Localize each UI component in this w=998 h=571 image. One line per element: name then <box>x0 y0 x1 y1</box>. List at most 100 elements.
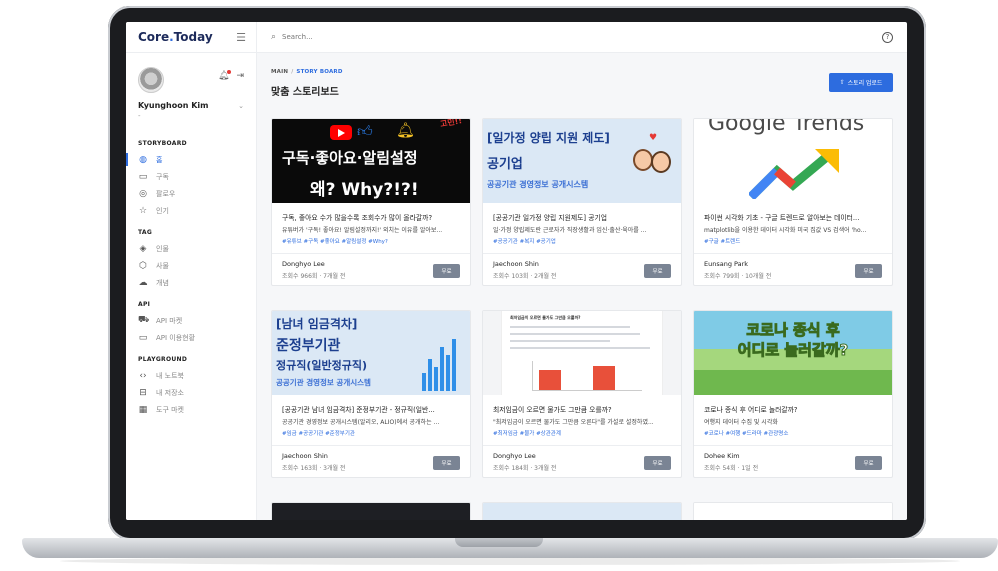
cart-icon: ⛟ <box>138 315 150 325</box>
sidebar-item-label: 홈 <box>156 155 163 164</box>
section-title: TAG <box>138 229 153 236</box>
card-description: "최저임금이 오르면 물가도 그만큼 오른다"를 가설로 설정하였... <box>493 419 654 426</box>
topbar: ⌕ ? <box>257 22 907 53</box>
hamburger-menu-icon[interactable]: ☰ <box>236 31 246 44</box>
sidebar-item[interactable]: ☁ 개념 <box>126 274 256 291</box>
card-description: 일·가정 양립제도란 근로자가 직장생활과 임신·출산·육아를 ... <box>493 227 647 234</box>
breadcrumb-root[interactable]: MAIN <box>271 69 288 75</box>
sidebar-item[interactable]: ⛟ API 마켓 <box>126 312 256 329</box>
sidebar-item-label: API 이용현황 <box>156 333 196 342</box>
story-card[interactable] <box>271 502 471 520</box>
sidebar-item-label: 팔로우 <box>156 189 176 198</box>
card-body: [공공기관 일가정 양립 지원제도] 공기업 일·가정 양립제도란 근로자가 직… <box>483 203 681 254</box>
sidebar-item[interactable]: ▭ API 이용현황 <box>126 329 256 346</box>
upload-story-button[interactable]: ⇧ 스토리 업로드 <box>829 73 893 92</box>
card-title[interactable]: 코로나 종식 후 어디로 놀러갈까? <box>704 404 882 414</box>
story-card[interactable]: 최저임금이 오르면 물가도 그만큼 오를까? 최저임금이 오르면 물가도 그만큼… <box>482 310 682 478</box>
card-body: 구독, 좋아요 수가 많을수록 조회수가 많이 올라갈까? 유튜버가 '구독! … <box>272 203 470 254</box>
notification-bell-icon[interactable]: 🔔︎ <box>218 70 232 81</box>
sidebar-nav: STORYBOARD ◍ 홈 ▭ 구독 ◎ 팔로우 ☆ 인기 TAG ◈ 인물 ⬡ 사물 ☁ 개념 API ⛟ AP… <box>126 140 256 418</box>
sidebar-item[interactable]: ◈ 인물 <box>126 240 256 257</box>
free-button[interactable]: 무료 <box>644 264 671 278</box>
free-button[interactable]: 무료 <box>433 456 460 470</box>
help-icon[interactable]: ? <box>882 31 893 43</box>
section-title: API <box>138 301 151 308</box>
profile-subtext: - <box>138 112 141 120</box>
search-input[interactable] <box>282 33 483 41</box>
profile-actions: 🔔︎ ⇥ <box>218 70 244 81</box>
drive-icon: ⊟ <box>139 387 147 398</box>
page-title: 맞춤 스토리보드 <box>271 87 339 98</box>
free-button[interactable]: 무료 <box>855 264 882 278</box>
card-title[interactable]: 파이썬 시각화 기초 - 구글 트렌드로 알아보는 데이터... <box>704 212 882 222</box>
card-description: 공공기관 경영정보 공개시스템(알리오, ALIO)에서 공개하는 ... <box>282 419 440 426</box>
thumb-heading: 최저임금이 오르면 물가도 그만큼 오를까? <box>510 315 581 320</box>
sidebar-item[interactable]: ⊟ 내 저장소 <box>126 384 256 401</box>
story-card[interactable]: 코로나 종식 후 어디로 놀러갈까? 코로나 종식 후 어디로 놀러갈까? 여행… <box>693 310 893 478</box>
free-button[interactable]: 무료 <box>855 456 882 470</box>
sidebar-item[interactable]: ☆ 인기 <box>126 202 256 219</box>
layers-icon: ◈ <box>139 243 147 254</box>
chevron-down-icon[interactable]: ⌄ <box>238 102 244 110</box>
username: Kyunghoon Kim <box>138 101 209 110</box>
thumb-heading: 코로나 종식 후 <box>746 321 840 340</box>
card-title[interactable]: 구독, 좋아요 수가 많을수록 조회수가 많이 올라갈까? <box>282 212 460 222</box>
sidebar-item[interactable]: ⬡ 사물 <box>126 257 256 274</box>
sidebar-item[interactable]: ‹› 내 노트북 <box>126 367 256 384</box>
card-footer: Dohee Kim 조회수 54회 · 1일 전 무료 <box>694 446 892 477</box>
app-logo[interactable]: Core.Today <box>138 30 213 44</box>
card-tags[interactable]: #구글 #트렌드 <box>704 237 882 245</box>
trend-arrow-icon <box>749 149 839 199</box>
card-body: [공공기관 남녀 임금격차] 준정부기관 - 정규직(일반... 공공기관 경영… <box>272 395 470 446</box>
upload-story-label: 스토리 업로드 <box>847 81 883 87</box>
thumb-subheading: 어디로 놀러갈까? <box>737 341 849 360</box>
card-thumbnail <box>272 503 470 520</box>
person-illustration <box>651 151 671 173</box>
sidebar-item[interactable]: ◎ 팔로우 <box>126 185 256 202</box>
story-card[interactable] <box>693 502 893 520</box>
story-card[interactable]: [남녀 임금격차] 준정부기관 정규직(일반정규직) 공공기관 경영정보 공개시… <box>271 310 471 478</box>
card-title[interactable]: 최저임금이 오르면 물가도 그만큼 오를까? <box>493 404 671 414</box>
free-button[interactable]: 무료 <box>644 456 671 470</box>
sidebar-item[interactable]: ▦ 도구 마켓 <box>126 401 256 418</box>
card-tags[interactable]: #유튜브 #구독 #좋아요 #알림설정 #Why? <box>282 237 460 245</box>
card-tags[interactable]: #임금 #공공기관 #준정부기관 <box>282 429 460 437</box>
book-icon: ▭ <box>138 171 148 182</box>
sidebar: Core.Today ☰ 🔔︎ ⇥ Kyunghoon Kim ⌄ - STOR… <box>126 22 257 520</box>
story-card[interactable]: [일가정 양립 지원 제도] 공기업 공공기관 경영정보 공개시스템 ♥ [공공… <box>482 118 682 286</box>
bar-chart-icon <box>422 339 456 391</box>
free-button[interactable]: 무료 <box>433 264 460 278</box>
card-tags[interactable]: #최저임금 #물가 #상관관계 <box>493 429 671 437</box>
logout-icon[interactable]: ⇥ <box>236 71 244 81</box>
sidebar-item-label: 개념 <box>156 278 169 287</box>
sidebar-item-label: 인물 <box>156 244 169 253</box>
breadcrumb: MAIN / STORY BOARD <box>271 69 343 75</box>
sidebar-item[interactable]: ▭ 구독 <box>126 168 256 185</box>
story-card[interactable]: Google Trends 파이썬 시각화 기초 - 구글 트렌드로 알아보는 … <box>693 118 893 286</box>
thumb-subheading-2: 정규직(일반정규직) <box>276 359 368 372</box>
code-icon: ‹› <box>139 370 147 381</box>
monitor-icon: ▭ <box>138 332 148 343</box>
story-card[interactable] <box>482 502 682 520</box>
youtube-icon <box>330 125 352 140</box>
sidebar-item[interactable]: ◍ 홈 <box>126 151 256 168</box>
card-footer: Donghyo Lee 조회수 966회 · 7개월 전 무료 <box>272 254 470 285</box>
thumb-heading: [일가정 양립 지원 제도] <box>487 131 610 145</box>
card-thumbnail: [일가정 양립 지원 제도] 공기업 공공기관 경영정보 공개시스템 ♥ <box>483 119 681 203</box>
person-illustration <box>633 149 653 171</box>
upload-icon: ⇧ <box>839 80 845 86</box>
card-thumbnail: 코로나 종식 후 어디로 놀러갈까? <box>694 311 892 395</box>
calendar-icon: ▦ <box>138 404 148 415</box>
thumb-heading: [남녀 임금격차] <box>276 317 358 331</box>
card-tags[interactable]: #코로나 #여행 #드라마 #관광명소 <box>704 429 882 437</box>
card-title[interactable]: [공공기관 일가정 양립 지원제도] 공기업 <box>493 212 671 222</box>
username-row[interactable]: Kyunghoon Kim ⌄ <box>138 101 244 110</box>
story-card[interactable]: 👍︎ 🔔︎ 고민!! 구독·좋아요·알림설정 왜? Why?!?! 구독, 좋아… <box>271 118 471 286</box>
thumb-subheading: 왜? Why?!?! <box>310 180 419 200</box>
card-tags[interactable]: #공공기관 #복지 #공기업 <box>493 237 671 245</box>
thumbs-up-icon: 👍︎ <box>357 122 373 140</box>
avatar[interactable] <box>138 67 164 93</box>
card-thumbnail: [남녀 임금격차] 준정부기관 정규직(일반정규직) 공공기관 경영정보 공개시… <box>272 311 470 395</box>
thumb-heading: Google Trends <box>708 119 865 136</box>
card-title[interactable]: [공공기관 남녀 임금격차] 준정부기관 - 정규직(일반... <box>282 404 460 414</box>
